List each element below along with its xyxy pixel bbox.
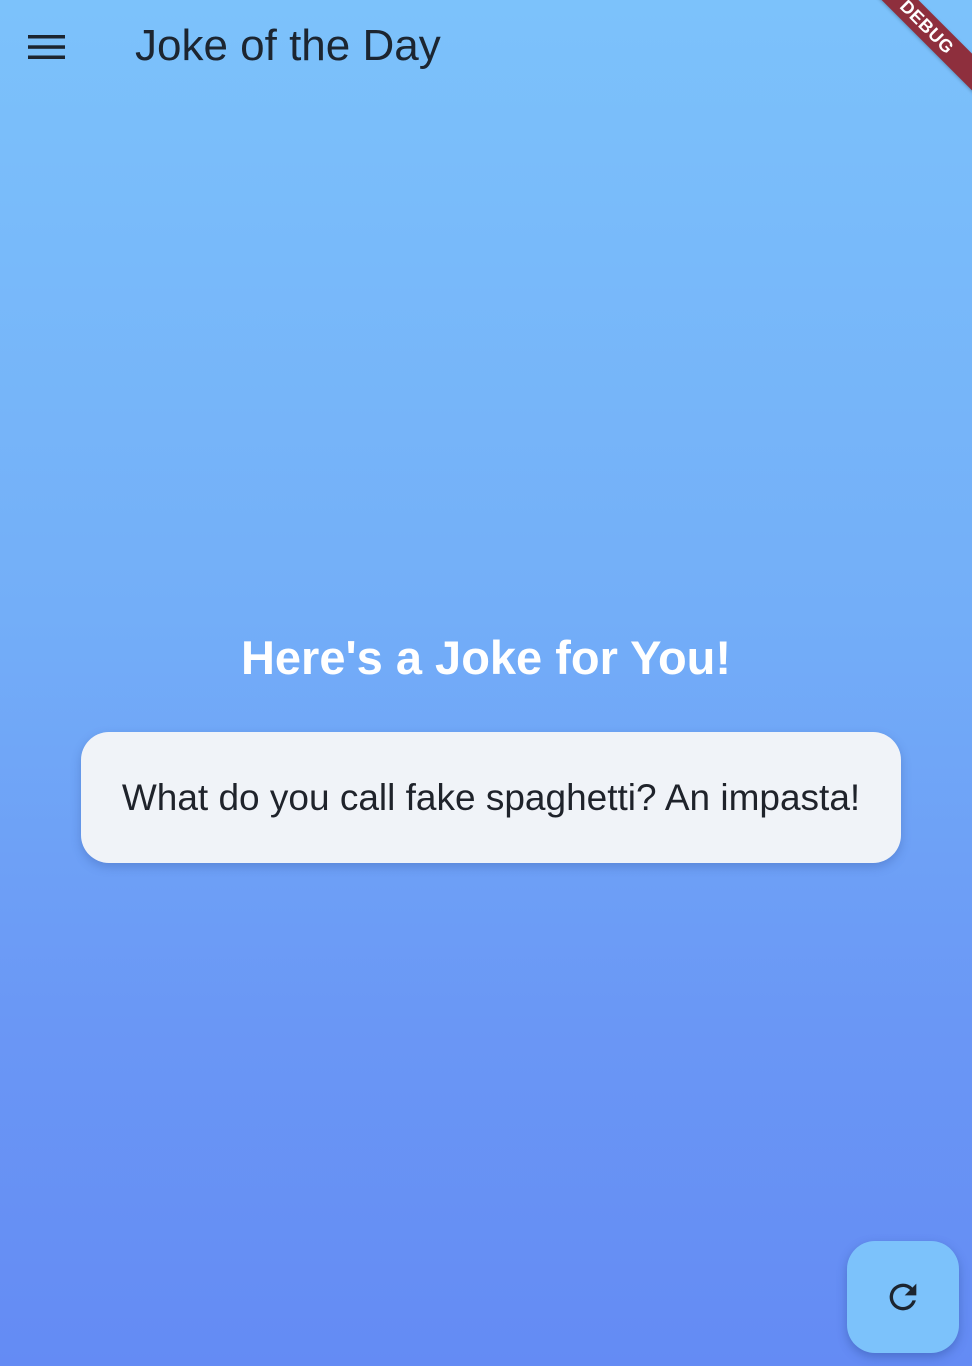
joke-card: What do you call fake spaghetti? An impa… bbox=[81, 732, 901, 863]
hamburger-menu-icon bbox=[28, 35, 65, 59]
refresh-icon bbox=[889, 1283, 917, 1311]
menu-button[interactable] bbox=[18, 22, 76, 72]
joke-heading: Here's a Joke for You! bbox=[240, 631, 732, 684]
app-title: Joke of the Day bbox=[135, 21, 441, 70]
app-bar: Joke of the Day bbox=[0, 0, 972, 94]
joke-text: What do you call fake spaghetti? An impa… bbox=[121, 776, 861, 818]
refresh-joke-button[interactable] bbox=[847, 1241, 959, 1353]
app-screen: Joke of the Day DEBUG Here's a Joke for … bbox=[0, 0, 972, 1366]
